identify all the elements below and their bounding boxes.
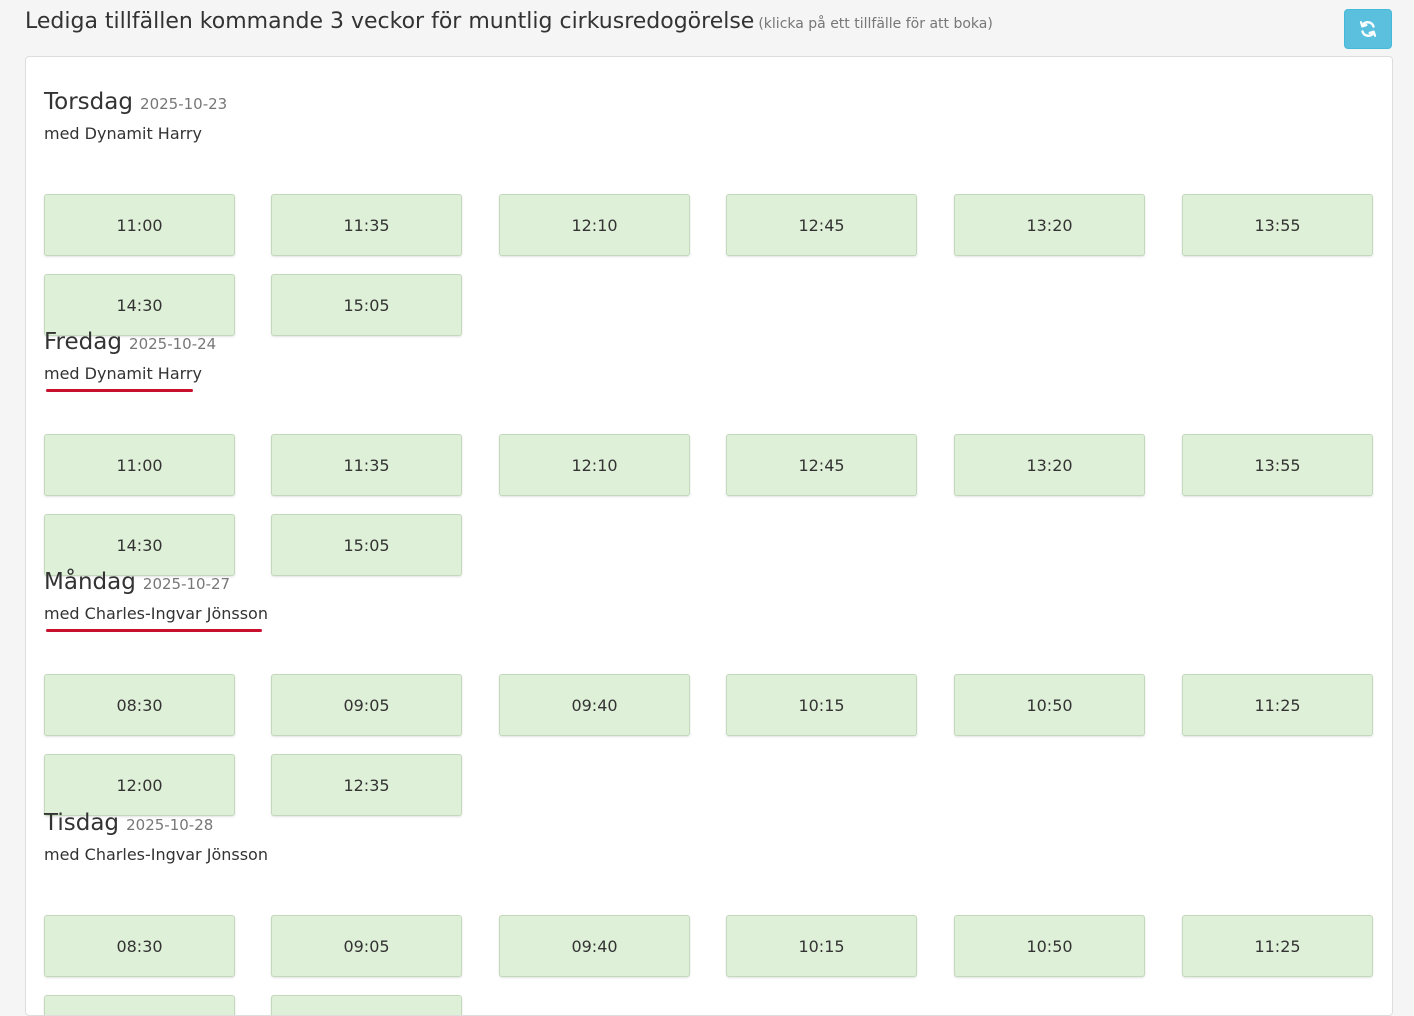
day-name: Torsdag	[44, 89, 133, 115]
time-slot-button[interactable]: 10:15	[726, 674, 917, 736]
time-slot-button[interactable]: 12:45	[726, 194, 917, 256]
day-date: 2025-10-28	[126, 816, 214, 834]
time-slot-button[interactable]: 09:05	[271, 915, 462, 977]
day-name: Fredag	[44, 329, 122, 355]
day-heading: Måndag 2025-10-27	[44, 569, 230, 595]
day-date: 2025-10-23	[140, 95, 228, 113]
time-slot-button[interactable]: 15:05	[271, 274, 462, 336]
time-slot-button[interactable]: 10:15	[726, 915, 917, 977]
time-slot-button[interactable]: 11:00	[44, 194, 235, 256]
time-slot-button[interactable]	[44, 995, 235, 1015]
day-section: Torsdag 2025-10-23 med Dynamit Harry 11:00…	[44, 89, 1374, 336]
day-heading: Tisdag 2025-10-28	[44, 810, 213, 836]
teacher-name: med Charles-Ingvar Jönsson	[44, 604, 268, 623]
time-slot-button[interactable]: 12:10	[499, 434, 690, 496]
time-slot-button[interactable]: 08:30	[44, 674, 235, 736]
time-slot-button[interactable]: 11:25	[1182, 915, 1373, 977]
refresh-button[interactable]	[1344, 9, 1392, 49]
time-slot-button[interactable]: 11:00	[44, 434, 235, 496]
time-slot-button[interactable]: 10:50	[954, 915, 1145, 977]
red-underline-annotation	[46, 629, 262, 632]
time-slot-button[interactable]: 09:40	[499, 674, 690, 736]
time-slot-button[interactable]: 13:20	[954, 194, 1145, 256]
day-heading: Fredag 2025-10-24	[44, 329, 216, 355]
refresh-icon	[1359, 21, 1377, 37]
schedule-panel: Torsdag 2025-10-23 med Dynamit Harry 11:00…	[25, 56, 1393, 1016]
time-slot-button[interactable]: 12:00	[44, 754, 235, 816]
time-slot-button[interactable]: 11:35	[271, 434, 462, 496]
time-slot-button[interactable]: 11:35	[271, 194, 462, 256]
time-slot-button[interactable]: 08:30	[44, 915, 235, 977]
time-slot-button[interactable]: 13:20	[954, 434, 1145, 496]
time-slot-button[interactable]: 12:10	[499, 194, 690, 256]
day-name: Måndag	[44, 569, 136, 595]
day-date: 2025-10-27	[142, 575, 231, 593]
time-slot-button[interactable]: 11:25	[1182, 674, 1373, 736]
page-subtitle: (klicka på ett tillfälle för att boka)	[758, 16, 993, 32]
time-slot-button[interactable]: 09:40	[499, 915, 690, 977]
title-text: Lediga tillfällen kommande 3 veckor för …	[25, 9, 755, 34]
red-underline-annotation	[46, 389, 193, 392]
day-date: 2025-10-24	[129, 335, 217, 353]
page-header: Lediga tillfällen kommande 3 veckor för …	[25, 8, 1392, 52]
time-slot-button[interactable]: 12:45	[726, 434, 917, 496]
teacher-name: med Dynamit Harry	[44, 124, 202, 143]
teacher-name: med Dynamit Harry	[44, 364, 202, 383]
time-slot-button[interactable]: 13:55	[1182, 194, 1373, 256]
day-heading: Torsdag 2025-10-23	[44, 89, 227, 115]
time-slot-button[interactable]: 13:55	[1182, 434, 1373, 496]
time-slot-button[interactable]: 14:30	[44, 514, 235, 576]
day-name: Tisdag	[44, 810, 120, 836]
page-title: Lediga tillfällen kommande 3 veckor för …	[25, 9, 993, 34]
teacher-name: med Charles-Ingvar Jönsson	[44, 845, 268, 864]
time-slot-button[interactable]: 10:50	[954, 674, 1145, 736]
time-slot-button[interactable]	[271, 995, 462, 1015]
time-slot-button[interactable]: 14:30	[44, 274, 235, 336]
day-section: Tisdag 2025-10-28 med Charles-Ingvar Jöns…	[44, 810, 1374, 1015]
day-section: Måndag 2025-10-27 med Charles-Ingvar Jöns…	[44, 569, 1374, 816]
time-slot-button[interactable]: 15:05	[271, 514, 462, 576]
day-section: Fredag 2025-10-24 med Dynamit Harry 11:00 1…	[44, 329, 1374, 576]
time-slot-button[interactable]: 12:35	[271, 754, 462, 816]
time-slot-button[interactable]: 09:05	[271, 674, 462, 736]
